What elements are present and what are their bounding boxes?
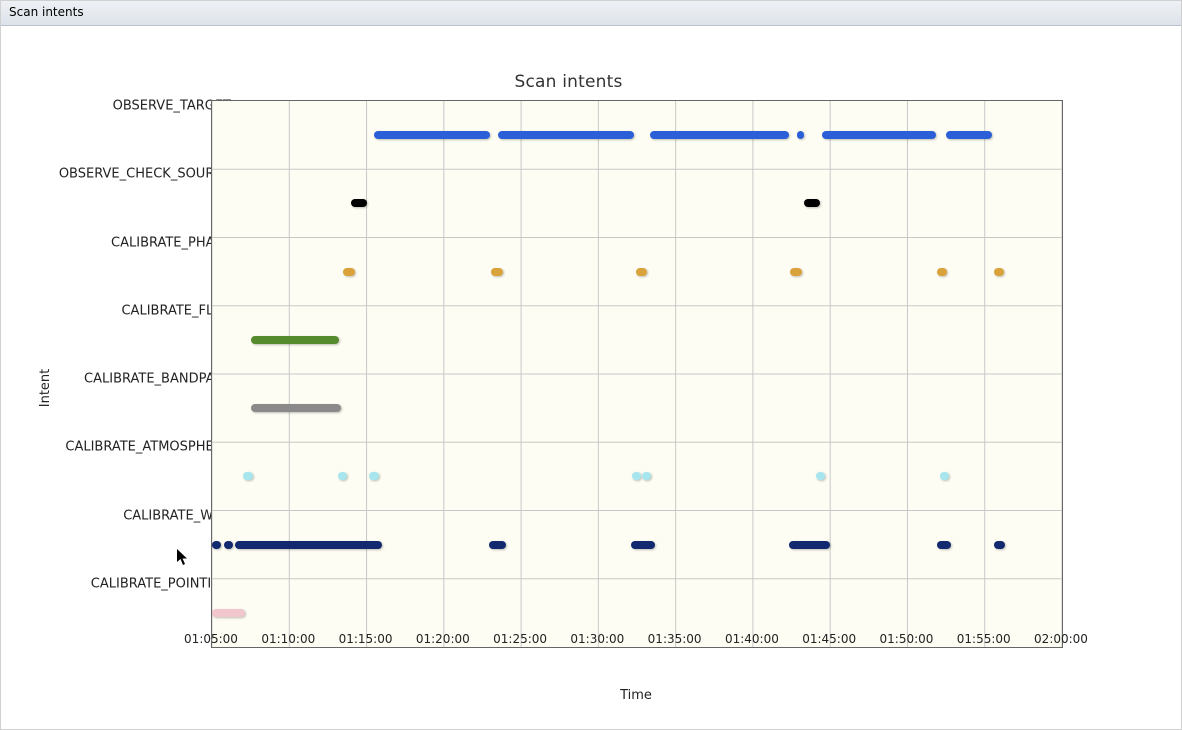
interval-bar: [937, 541, 951, 549]
interval-bar: [212, 541, 221, 549]
interval-bar: [498, 131, 635, 139]
x-tick-label: 02:00:00: [1034, 632, 1088, 646]
interval-bar: [491, 268, 503, 276]
y-tick-label: CALIBRATE_PHASE: [31, 235, 231, 250]
interval-bar: [343, 268, 355, 276]
interval-bar: [243, 472, 253, 480]
chart-area[interactable]: [211, 100, 1063, 648]
interval-bar: [822, 131, 935, 139]
interval-bar: [994, 268, 1004, 276]
y-tick-label: CALIBRATE_BANDPASS: [31, 372, 231, 387]
interval-bar: [994, 541, 1006, 549]
y-tick-label: OBSERVE_TARGET: [31, 99, 231, 114]
interval-bar: [650, 131, 789, 139]
interval-bar: [489, 541, 506, 549]
x-axis-label: Time: [211, 688, 1061, 703]
interval-bar: [937, 268, 947, 276]
interval-bar: [251, 404, 341, 412]
x-tick-label: 01:45:00: [802, 632, 856, 646]
window-title-bar[interactable]: Scan intents: [1, 1, 1181, 26]
plot-container: Scan intents Intent OBSERVE_TARGETOBSERV…: [36, 72, 1101, 703]
window-title: Scan intents: [9, 5, 84, 19]
x-tick-label: 01:50:00: [880, 632, 934, 646]
interval-bar: [804, 199, 819, 207]
interval-bar: [631, 541, 655, 549]
x-tick-label: 01:15:00: [339, 632, 393, 646]
interval-bar: [789, 541, 830, 549]
x-tick-label: 01:25:00: [493, 632, 547, 646]
x-tick-label: 01:10:00: [261, 632, 315, 646]
interval-bar: [632, 472, 641, 480]
y-tick-label: CALIBRATE_POINTING: [31, 576, 231, 591]
interval-bar: [235, 541, 382, 549]
interval-bar: [338, 472, 347, 480]
x-tick-label: 01:35:00: [648, 632, 702, 646]
interval-bar: [369, 472, 379, 480]
x-tick-label: 01:20:00: [416, 632, 470, 646]
x-tick-label: 01:30:00: [570, 632, 624, 646]
x-tick-label: 01:40:00: [725, 632, 779, 646]
interval-bar: [940, 472, 949, 480]
interval-bar: [790, 268, 802, 276]
x-tick-label: 01:05:00: [184, 632, 238, 646]
y-tick-label: CALIBRATE_WVR: [31, 508, 231, 523]
y-tick-label: CALIBRATE_ATMOSPHERE: [31, 440, 231, 455]
y-tick-label: OBSERVE_CHECK_SOURCE: [31, 167, 231, 182]
chart-bars: [212, 101, 1062, 647]
interval-bar: [251, 336, 340, 344]
interval-bar: [351, 199, 366, 207]
interval-bar: [212, 609, 245, 617]
interval-bar: [816, 472, 825, 480]
interval-bar: [797, 131, 805, 139]
y-tick-label: CALIBRATE_FLUX: [31, 303, 231, 318]
interval-bar: [642, 472, 651, 480]
x-tick-labels: 01:05:0001:10:0001:15:0001:20:0001:25:00…: [211, 618, 1061, 638]
interval-bar: [374, 131, 490, 139]
x-tick-label: 01:55:00: [957, 632, 1011, 646]
interval-bar: [224, 541, 233, 549]
interval-bar: [946, 131, 992, 139]
interval-bar: [636, 268, 648, 276]
